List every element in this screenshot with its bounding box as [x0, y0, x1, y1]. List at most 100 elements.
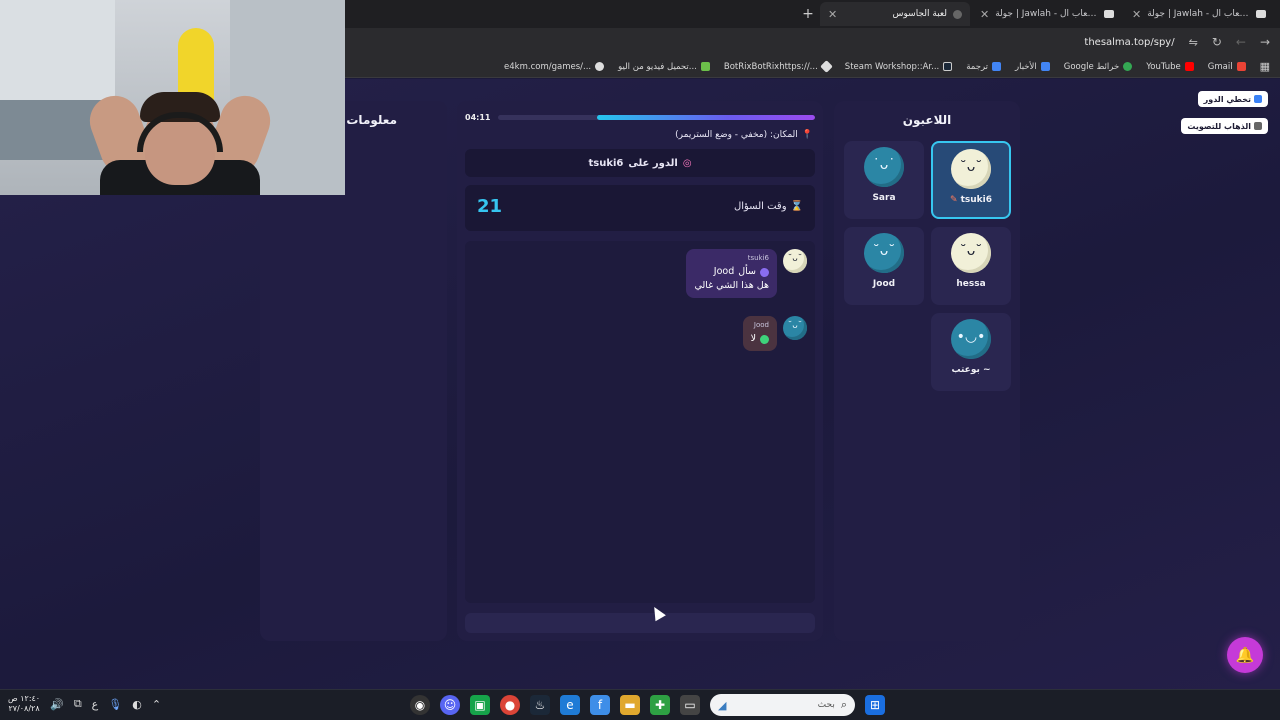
message-line: سأل Jood: [694, 265, 769, 279]
go-vote-button[interactable]: الذهاب للتصويت: [1181, 118, 1268, 134]
volume-icon[interactable]: 🔊: [50, 698, 64, 711]
avatar-face-icon: ˘ᴗ˘: [959, 159, 983, 175]
chat-bubble: Jood لا: [742, 316, 777, 351]
obs-icon[interactable]: ◉: [410, 695, 430, 715]
avatar-face-icon: ˘ᴗ˘: [787, 254, 803, 264]
file-explorer-icon[interactable]: ▬: [620, 695, 640, 715]
apps-grid-icon[interactable]: ▦: [1260, 60, 1270, 73]
timer-progress-fill: [596, 114, 815, 120]
close-tab-icon[interactable]: ✕: [1132, 8, 1141, 21]
chat-input[interactable]: [465, 613, 815, 633]
close-tab-icon[interactable]: ✕: [980, 8, 989, 21]
news-icon: [1040, 62, 1050, 71]
botrix-icon: [819, 60, 833, 73]
browser-tab-active[interactable]: لعبة الجاسوس ✕: [820, 2, 970, 26]
location-info: 📍 المكان: (مخفي - وضع الستريمر): [675, 130, 813, 140]
game-panel: 04:11 📍 المكان: (مخفي - وضع الستريمر) ◎ …: [457, 101, 823, 641]
jawlah-favicon-icon: [1104, 10, 1114, 18]
bookmark-maps[interactable]: Google خرائط: [1064, 62, 1133, 72]
target-icon: ◎: [682, 157, 692, 169]
player-card-buatab[interactable]: •◡• بوعتب ~: [931, 313, 1011, 391]
steam-icon: [943, 62, 953, 71]
avatar: ˘ᴗ˘: [783, 316, 807, 340]
player-card-tsuki6[interactable]: ˘ᴗ˘ ✎ tsuki6: [931, 141, 1011, 219]
close-tab-icon[interactable]: ✕: [828, 8, 837, 21]
browser-tab[interactable]: جولة | Jawlah - منصة الألعاب ال... ✕: [1124, 2, 1274, 26]
bookmark-video-download[interactable]: تحميل فيديو من اليو...: [618, 62, 710, 72]
timer-row: 04:11: [465, 111, 815, 123]
player-name: بوعتب ~: [951, 365, 991, 375]
avatar: ˘ᴗ˘: [951, 149, 991, 189]
message-line: لا: [751, 332, 769, 346]
player-card-sara[interactable]: ˙ᴗ˙ Sara: [844, 141, 924, 219]
player-name: Sara: [872, 193, 896, 203]
bookmark-news[interactable]: الأخبار: [1015, 62, 1050, 72]
skip-turn-button[interactable]: تخطي الدور: [1197, 91, 1268, 107]
avatar: ˘ᴗ˘: [951, 233, 991, 273]
steam-icon[interactable]: ♨: [530, 695, 550, 715]
turn-player: tsuki6: [588, 157, 624, 169]
browser-tab[interactable]: جولة | Jawlah - منصة الألعاب ال... ✕: [972, 2, 1122, 26]
globe-icon: [595, 62, 605, 71]
location-pin-icon: 📍: [801, 130, 813, 140]
url-field[interactable]: thesalma.top/spy/: [1084, 37, 1174, 48]
back-arrow-icon[interactable]: →: [1260, 35, 1270, 49]
avatar-face-icon: ˘ᴗ˘: [959, 243, 983, 259]
notification-bell-button[interactable]: 🔔: [1227, 637, 1263, 673]
purple-dot-icon: [760, 267, 769, 277]
question-time: ⌛ وقت السؤال: [734, 201, 803, 212]
translate-icon: [992, 62, 1002, 71]
bookmark-translate[interactable]: ترجمة: [966, 62, 1002, 72]
windows-taskbar: ١٢:٤٠ ص ٢٧/٠٨/٢٨ 🔊 ⧉ ع 🎙 ◐ ⌃ ⊞ ⌕ بحث ◢ ▭…: [0, 689, 1280, 720]
xbox-icon[interactable]: ✚: [650, 695, 670, 715]
avatar: ˘ᴗ˘: [783, 249, 807, 273]
new-tab-button[interactable]: +: [798, 6, 818, 22]
chrome-icon[interactable]: ●: [500, 695, 520, 715]
task-view-icon[interactable]: ▭: [680, 695, 700, 715]
avatar-face-icon: ˘ᴗ˘: [787, 321, 803, 331]
bookmark-e4km[interactable]: e4km.com/games/...: [504, 62, 605, 72]
avatar-face-icon: ˙ᴗ˙: [872, 157, 896, 173]
player-card-jood[interactable]: ˘ᴗ˘ Jood: [844, 227, 924, 305]
timer-track: [498, 114, 815, 120]
player-card-hessa[interactable]: ˘ᴗ˘ hessa: [931, 227, 1011, 305]
player-name: Jood: [872, 279, 896, 289]
player-name: ✎ tsuki6: [950, 195, 992, 205]
avatar-face-icon: ˘ᴗ˘: [872, 243, 896, 259]
site-settings-icon[interactable]: ⇋: [1189, 36, 1198, 49]
edge-icon[interactable]: e: [560, 695, 580, 715]
bookmark-steam-workshop[interactable]: Steam Workshop::Ar...: [845, 62, 953, 72]
language-indicator[interactable]: ع: [92, 698, 99, 711]
chat-message: ˘ᴗ˘ tsuki6 سأل Jood هل هذا الشي غالي: [686, 249, 807, 298]
webcam-overlay: [0, 0, 345, 195]
windows-start-icon[interactable]: ⊞: [865, 695, 885, 715]
jawlah-favicon-icon: [1256, 10, 1266, 18]
bell-icon: 🔔: [1235, 646, 1255, 664]
webcam-background-wall: [0, 0, 115, 115]
message-line: هل هذا الشي غالي: [694, 280, 769, 291]
reload-icon[interactable]: ↻: [1212, 35, 1222, 49]
maps-icon: [1123, 62, 1133, 71]
green-app-icon[interactable]: ▣: [470, 695, 490, 715]
taskbar-search[interactable]: ⌕ بحث ◢: [710, 694, 855, 716]
bookmark-botrix[interactable]: BotRixBotRixhttps://...: [724, 60, 833, 73]
chat-message: ˘ᴗ˘ Jood لا: [742, 316, 807, 351]
question-time-label: وقت السؤال: [733, 201, 787, 212]
bookmark-youtube[interactable]: YouTube: [1146, 62, 1194, 72]
microphone-icon[interactable]: 🎙: [108, 698, 122, 711]
taskbar-apps: ⊞ ⌕ بحث ◢ ▭ ✚ ▬ f e ♨ ● ▣ ☺ ◉: [410, 694, 885, 716]
chevron-up-icon[interactable]: ⌃: [152, 698, 161, 711]
app-f-icon[interactable]: f: [590, 695, 610, 715]
bookmark-gmail[interactable]: Gmail: [1208, 62, 1246, 72]
chat-area[interactable]: ˘ᴗ˘ tsuki6 سأل Jood هل هذا الشي غالي ˘ᴗ˘…: [465, 241, 815, 603]
players-panel: اللاعبون ˘ᴗ˘ ✎ tsuki6 ˙ᴗ˙ Sara ˘ᴗ˘ hessa…: [834, 101, 1020, 641]
network-icon[interactable]: ⧉: [74, 697, 82, 711]
skip-icon: [1254, 95, 1262, 103]
forward-arrow-icon[interactable]: ←: [1236, 35, 1246, 49]
message-sender: tsuki6: [747, 254, 769, 262]
round-timer: 04:11: [465, 112, 491, 122]
player-name: hessa: [956, 279, 986, 289]
tray-app-icon[interactable]: ◐: [132, 698, 142, 711]
system-clock[interactable]: ١٢:٤٠ ص ٢٧/٠٨/٢٨: [8, 694, 40, 714]
discord-icon[interactable]: ☺: [440, 695, 460, 715]
